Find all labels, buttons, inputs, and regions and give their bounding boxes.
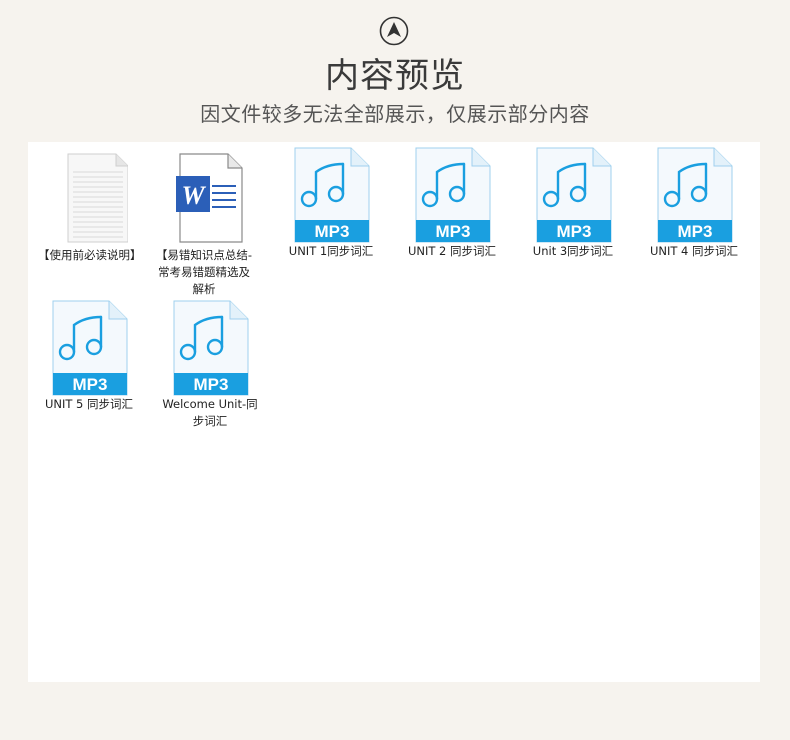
svg-text:MP3: MP3 — [315, 222, 350, 241]
preview-header: 内容预览 因文件较多无法全部展示，仅展示部分内容 — [0, 0, 790, 140]
file-item[interactable]: MP3 UNIT 2 同步词汇 — [402, 146, 502, 260]
word-document-icon: W — [164, 150, 244, 245]
file-name: Unit 3同步词汇 — [532, 244, 614, 258]
page-title: 内容预览 — [325, 56, 465, 96]
svg-text:MP3: MP3 — [194, 375, 229, 394]
file-item[interactable]: 【使用前必读说明】 — [38, 150, 142, 264]
mp3-file-icon: MP3 — [654, 146, 734, 243]
file-name: 【使用前必读说明】 — [38, 248, 142, 262]
file-name: Welcome Unit-同步词汇 — [162, 397, 258, 428]
file-name: 【易错知识点总结-常考易错题精选及解析 — [155, 248, 253, 296]
svg-text:MP3: MP3 — [436, 222, 471, 241]
file-name: UNIT 1同步词汇 — [288, 244, 374, 258]
page-subtitle: 因文件较多无法全部展示，仅展示部分内容 — [200, 102, 590, 126]
file-item[interactable]: MP3 UNIT 4 同步词汇 — [644, 146, 744, 260]
text-document-icon — [48, 150, 129, 245]
svg-text:MP3: MP3 — [678, 222, 713, 241]
mp3-file-icon: MP3 — [291, 146, 371, 243]
mp3-file-icon: MP3 — [412, 146, 492, 243]
svg-text:MP3: MP3 — [73, 375, 108, 394]
mp3-file-icon: MP3 — [533, 146, 613, 243]
file-item[interactable]: MP3 Welcome Unit-同步词汇 — [160, 299, 260, 430]
file-item[interactable]: MP3 UNIT 5 同步词汇 — [39, 299, 139, 413]
file-item[interactable]: MP3 UNIT 1同步词汇 — [281, 146, 381, 260]
mp3-file-icon: MP3 — [49, 299, 129, 396]
file-item[interactable]: W 【易错知识点总结-常考易错题精选及解析 — [154, 150, 254, 298]
word-badge: W — [181, 181, 206, 210]
file-preview-panel: 【使用前必读说明】 W 【易错知识点总结-常考易错题精选及解析 MP3 UNIT… — [28, 142, 760, 682]
up-arrow-circle-icon[interactable] — [379, 16, 409, 46]
file-name: UNIT 5 同步词汇 — [44, 397, 134, 411]
file-item[interactable]: MP3 Unit 3同步词汇 — [523, 146, 623, 260]
svg-text:MP3: MP3 — [557, 222, 592, 241]
file-name: UNIT 4 同步词汇 — [649, 244, 739, 258]
file-name: UNIT 2 同步词汇 — [407, 244, 497, 258]
mp3-file-icon: MP3 — [170, 299, 250, 396]
